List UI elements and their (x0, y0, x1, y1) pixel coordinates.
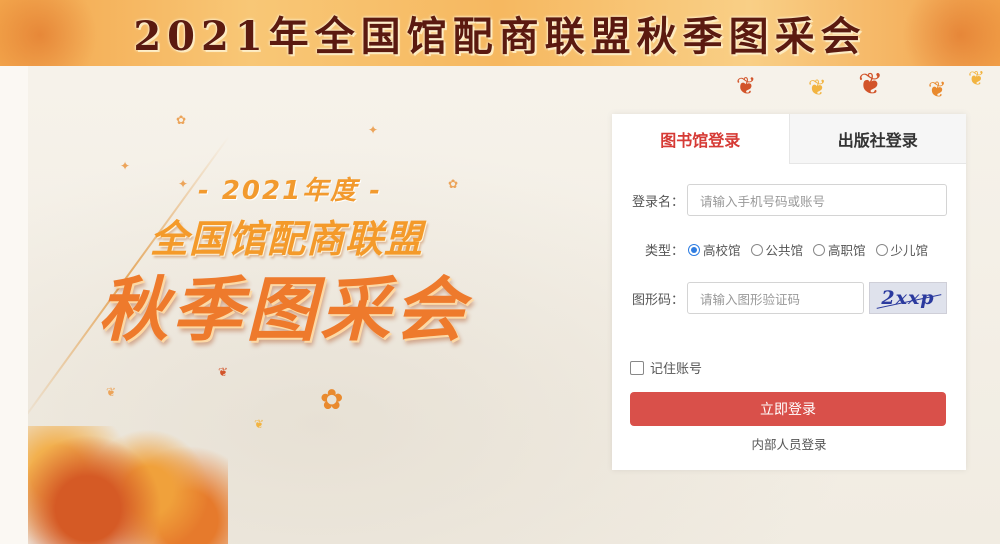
maple-leaf-icon: ✿ (320, 383, 344, 416)
maple-leaf-icon: ❦ (858, 67, 884, 102)
type-label: 类型： (644, 244, 684, 259)
tab-library-login[interactable]: 图书馆登录 (612, 114, 789, 164)
type-row: 类型： 高校馆 公共馆 高职馆 少儿馆 (612, 240, 928, 259)
radio-unselected-icon (750, 243, 763, 256)
star-leaf-icon: ✦ (178, 177, 189, 191)
leaf-icon: ❦ (218, 365, 229, 379)
radio-children-library[interactable]: 少儿馆 (875, 240, 928, 259)
captcha-label: 图形码： (631, 292, 684, 308)
login-button[interactable]: 立即登录 (630, 392, 946, 426)
radio-university-library[interactable]: 高校馆 (688, 240, 741, 259)
radio-public-library[interactable]: 公共馆 (750, 240, 803, 259)
staff-login-link[interactable]: 内部人员登录 (612, 434, 966, 453)
login-panel: 图书馆登录 出版社登录 登录名： 请输入手机号码或账号 类型： 高校馆 公共馆 … (612, 114, 966, 470)
remember-checkbox[interactable] (630, 360, 644, 375)
hero-main-title: 秋季图采会 (98, 268, 468, 351)
remember-row: 记住账号 (630, 358, 702, 377)
star-leaf-icon: ✦ (368, 123, 379, 137)
captcha-row: 图形码： 请输入图形验证码 2xxp (612, 282, 947, 314)
event-banner: 2021年全国馆配商联盟秋季图采会 (0, 0, 1000, 66)
tab-publisher-login[interactable]: 出版社登录 (788, 114, 966, 164)
captcha-image[interactable]: 2xxp (869, 282, 947, 314)
star-leaf-icon: ✿ (176, 113, 187, 127)
radio-selected-icon (688, 243, 700, 256)
radio-unselected-icon (875, 243, 888, 256)
star-leaf-icon: ✦ (120, 159, 131, 173)
username-row: 登录名： 请输入手机号码或账号 (612, 184, 947, 216)
captcha-input[interactable]: 请输入图形验证码 (687, 282, 864, 314)
remember-label: 记住账号 (650, 362, 703, 377)
maple-leaf-icon: ❦ (968, 66, 985, 90)
hero-year-line: - 2021年度 - (198, 176, 383, 206)
library-type-radio-group: 高校馆 公共馆 高职馆 少儿馆 (688, 240, 928, 259)
radio-vocational-library[interactable]: 高职馆 (813, 240, 866, 259)
username-input[interactable]: 请输入手机号码或账号 (687, 184, 947, 216)
leaf-icon: ❦ (106, 385, 117, 399)
login-tabs: 图书馆登录 出版社登录 (612, 114, 966, 164)
leaf-icon: ❦ (254, 417, 265, 431)
autumn-leaves-decoration (28, 426, 228, 544)
username-label: 登录名： (631, 194, 684, 210)
star-leaf-icon: ✿ (448, 177, 459, 191)
maple-leaf-icon: ❦ (808, 76, 827, 101)
left-margin (0, 66, 28, 544)
maple-leaf-icon: ❦ (736, 72, 757, 100)
radio-unselected-icon (813, 243, 826, 256)
maple-leaf-icon: ❦ (928, 78, 947, 103)
banner-title: 2021年全国馆配商联盟秋季图采会 (133, 13, 867, 60)
